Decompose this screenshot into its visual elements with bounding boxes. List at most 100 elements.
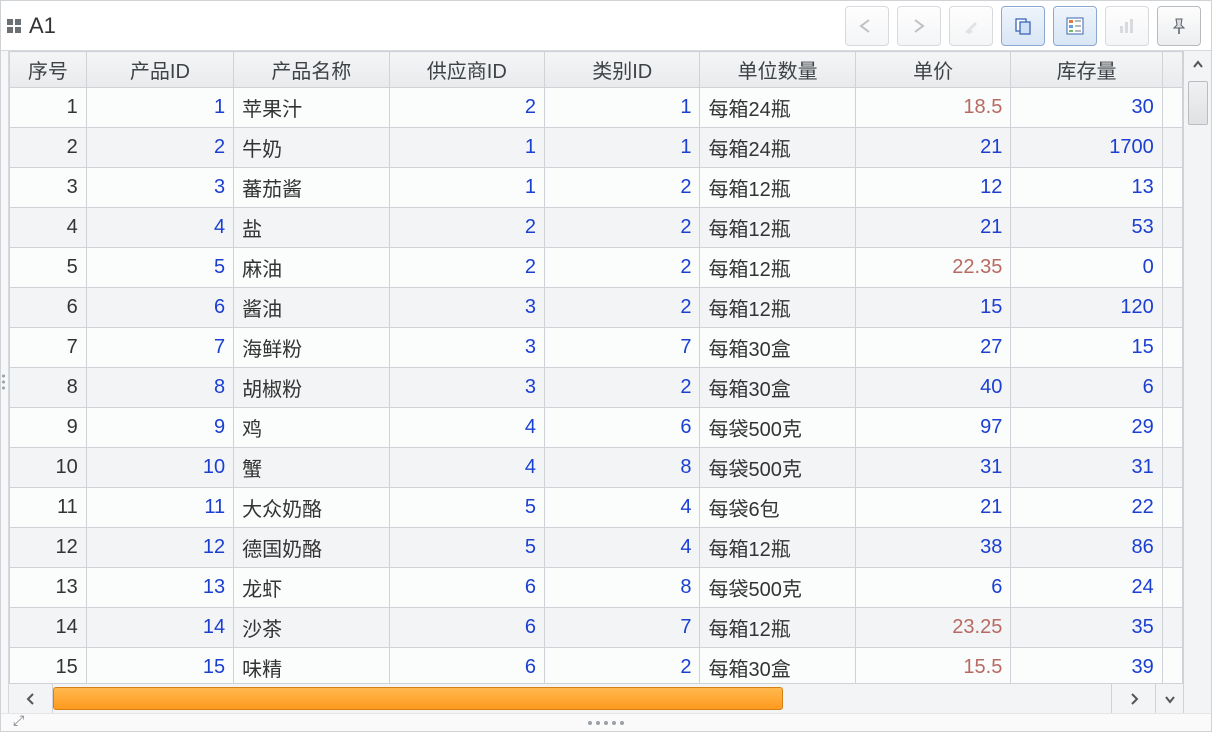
cell-unit[interactable]: 每箱24瓶 bbox=[700, 128, 855, 168]
table-row[interactable]: 66酱油32每箱12瓶15120 bbox=[10, 288, 1183, 328]
cell-pid[interactable]: 8 bbox=[86, 368, 233, 408]
cell-stock[interactable]: 1700 bbox=[1011, 128, 1162, 168]
chart-button[interactable] bbox=[1105, 6, 1149, 46]
cell-stock[interactable]: 53 bbox=[1011, 208, 1162, 248]
cell-name[interactable]: 大众奶酪 bbox=[234, 488, 389, 528]
cell-pid[interactable]: 7 bbox=[86, 328, 233, 368]
header-cat[interactable]: 类别ID bbox=[545, 52, 700, 88]
cell-cat[interactable]: 2 bbox=[545, 368, 700, 408]
cell-price[interactable]: 6 bbox=[855, 568, 1010, 608]
cell-pid[interactable]: 13 bbox=[86, 568, 233, 608]
table-row[interactable]: 77海鲜粉37每箱30盒2715 bbox=[10, 328, 1183, 368]
hscroll-track[interactable] bbox=[53, 684, 1111, 713]
cell-price[interactable]: 40 bbox=[855, 368, 1010, 408]
cell-sup[interactable]: 5 bbox=[389, 488, 544, 528]
cell-unit[interactable]: 每箱12瓶 bbox=[700, 208, 855, 248]
cell-unit[interactable]: 每箱30盒 bbox=[700, 328, 855, 368]
cell-stock[interactable]: 22 bbox=[1011, 488, 1162, 528]
cell-seq[interactable]: 15 bbox=[10, 648, 87, 684]
data-grid[interactable]: 序号 产品ID 产品名称 供应商ID 类别ID 单位数量 单价 库存量 11苹果… bbox=[9, 51, 1183, 683]
cell-seq[interactable]: 11 bbox=[10, 488, 87, 528]
cell-unit[interactable]: 每箱12瓶 bbox=[700, 608, 855, 648]
table-row[interactable]: 44盐22每箱12瓶2153 bbox=[10, 208, 1183, 248]
cell-stock[interactable]: 6 bbox=[1011, 368, 1162, 408]
cell-price[interactable]: 27 bbox=[855, 328, 1010, 368]
header-sup[interactable]: 供应商ID bbox=[389, 52, 544, 88]
cell-seq[interactable]: 6 bbox=[10, 288, 87, 328]
cell-cat[interactable]: 6 bbox=[545, 408, 700, 448]
header-unit[interactable]: 单位数量 bbox=[700, 52, 855, 88]
cell-price[interactable]: 97 bbox=[855, 408, 1010, 448]
cell-name[interactable]: 沙茶 bbox=[234, 608, 389, 648]
properties-button[interactable] bbox=[1053, 6, 1097, 46]
scroll-up-button[interactable] bbox=[1185, 51, 1211, 79]
vertical-scrollbar[interactable] bbox=[1183, 51, 1211, 713]
cell-cat[interactable]: 4 bbox=[545, 488, 700, 528]
cell-name[interactable]: 味精 bbox=[234, 648, 389, 684]
vscroll-thumb[interactable] bbox=[1188, 81, 1208, 125]
cell-name[interactable]: 蕃茄酱 bbox=[234, 168, 389, 208]
header-pid[interactable]: 产品ID bbox=[86, 52, 233, 88]
cell-sup[interactable]: 3 bbox=[389, 288, 544, 328]
cell-stock[interactable]: 0 bbox=[1011, 248, 1162, 288]
cell-stock[interactable]: 30 bbox=[1011, 88, 1162, 128]
resize-handle[interactable]: ⤢ bbox=[1, 713, 1211, 731]
cell-pid[interactable]: 4 bbox=[86, 208, 233, 248]
cell-pid[interactable]: 11 bbox=[86, 488, 233, 528]
nav-back-button[interactable] bbox=[845, 6, 889, 46]
cell-cat[interactable]: 2 bbox=[545, 208, 700, 248]
scroll-left-button[interactable] bbox=[9, 684, 53, 713]
table-row[interactable]: 1111大众奶酪54每袋6包2122 bbox=[10, 488, 1183, 528]
cell-sup[interactable]: 4 bbox=[389, 408, 544, 448]
horizontal-scrollbar[interactable] bbox=[9, 683, 1183, 713]
cell-price[interactable]: 22.35 bbox=[855, 248, 1010, 288]
cell-cat[interactable]: 2 bbox=[545, 168, 700, 208]
cell-price[interactable]: 18.5 bbox=[855, 88, 1010, 128]
cell-price[interactable]: 21 bbox=[855, 208, 1010, 248]
table-row[interactable]: 1515味精62每箱30盒15.539 bbox=[10, 648, 1183, 684]
highlight-button[interactable] bbox=[949, 6, 993, 46]
table-row[interactable]: 55麻油22每箱12瓶22.350 bbox=[10, 248, 1183, 288]
cell-name[interactable]: 酱油 bbox=[234, 288, 389, 328]
cell-stock[interactable]: 120 bbox=[1011, 288, 1162, 328]
cell-unit[interactable]: 每袋500克 bbox=[700, 408, 855, 448]
cell-pid[interactable]: 14 bbox=[86, 608, 233, 648]
cell-seq[interactable]: 13 bbox=[10, 568, 87, 608]
cell-unit[interactable]: 每箱12瓶 bbox=[700, 248, 855, 288]
cell-cat[interactable]: 1 bbox=[545, 128, 700, 168]
cell-reference[interactable]: A1 bbox=[7, 13, 56, 39]
table-row[interactable]: 1212德国奶酪54每箱12瓶3886 bbox=[10, 528, 1183, 568]
cell-unit[interactable]: 每袋500克 bbox=[700, 448, 855, 488]
cell-price[interactable]: 23.25 bbox=[855, 608, 1010, 648]
header-price[interactable]: 单价 bbox=[855, 52, 1010, 88]
cell-seq[interactable]: 8 bbox=[10, 368, 87, 408]
cell-sup[interactable]: 3 bbox=[389, 368, 544, 408]
table-row[interactable]: 33蕃茄酱12每箱12瓶1213 bbox=[10, 168, 1183, 208]
cell-pid[interactable]: 3 bbox=[86, 168, 233, 208]
cell-seq[interactable]: 12 bbox=[10, 528, 87, 568]
cell-cat[interactable]: 7 bbox=[545, 608, 700, 648]
cell-pid[interactable]: 1 bbox=[86, 88, 233, 128]
cell-stock[interactable]: 15 bbox=[1011, 328, 1162, 368]
cell-sup[interactable]: 4 bbox=[389, 448, 544, 488]
table-row[interactable]: 11苹果汁21每箱24瓶18.530 bbox=[10, 88, 1183, 128]
cell-sup[interactable]: 3 bbox=[389, 328, 544, 368]
header-name[interactable]: 产品名称 bbox=[234, 52, 389, 88]
table-row[interactable]: 22牛奶11每箱24瓶211700 bbox=[10, 128, 1183, 168]
cell-seq[interactable]: 2 bbox=[10, 128, 87, 168]
cell-sup[interactable]: 1 bbox=[389, 128, 544, 168]
cell-unit[interactable]: 每箱30盒 bbox=[700, 648, 855, 684]
cell-unit[interactable]: 每袋6包 bbox=[700, 488, 855, 528]
cell-seq[interactable]: 3 bbox=[10, 168, 87, 208]
cell-seq[interactable]: 9 bbox=[10, 408, 87, 448]
cell-unit[interactable]: 每袋500克 bbox=[700, 568, 855, 608]
cell-pid[interactable]: 6 bbox=[86, 288, 233, 328]
cell-name[interactable]: 德国奶酪 bbox=[234, 528, 389, 568]
cell-name[interactable]: 牛奶 bbox=[234, 128, 389, 168]
cell-sup[interactable]: 2 bbox=[389, 208, 544, 248]
cell-cat[interactable]: 2 bbox=[545, 288, 700, 328]
cell-sup[interactable]: 6 bbox=[389, 608, 544, 648]
cell-stock[interactable]: 39 bbox=[1011, 648, 1162, 684]
cell-seq[interactable]: 4 bbox=[10, 208, 87, 248]
cell-sup[interactable]: 6 bbox=[389, 648, 544, 684]
